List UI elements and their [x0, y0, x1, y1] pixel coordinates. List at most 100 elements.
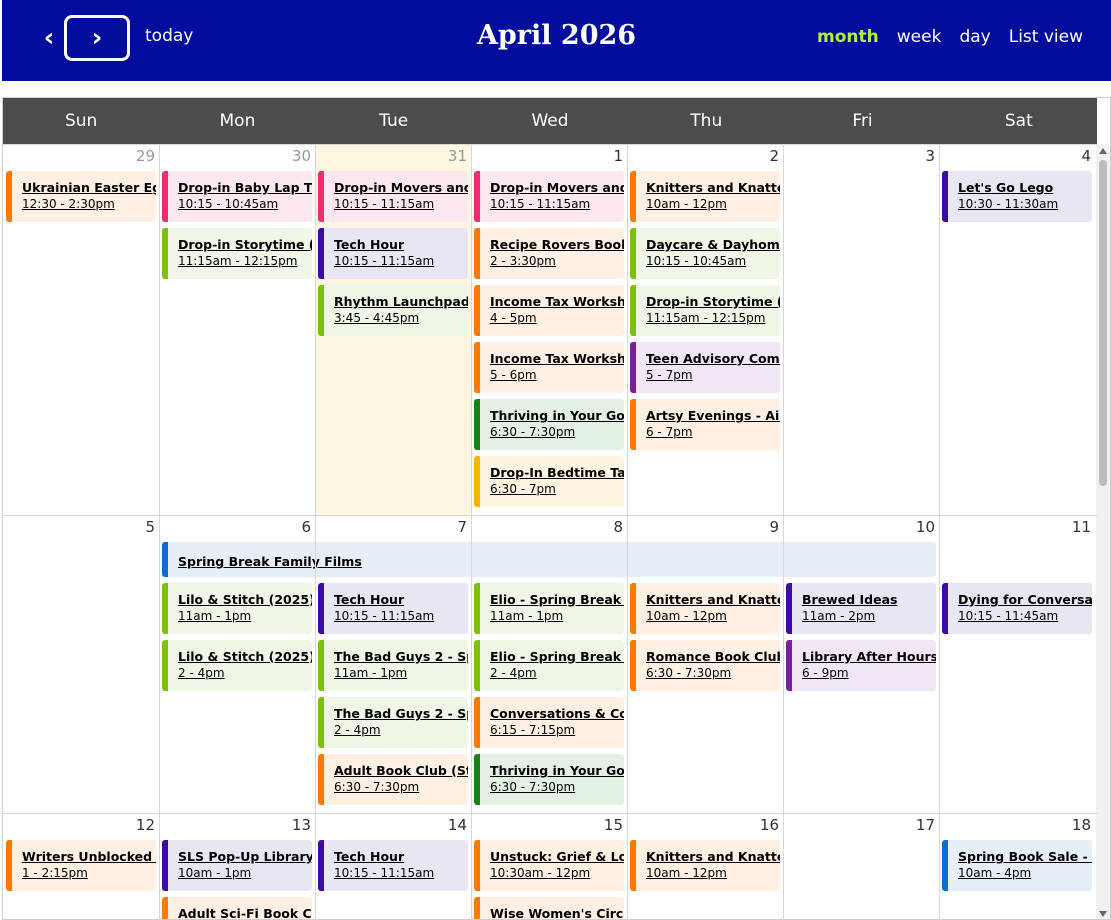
view-list-button[interactable]: List view	[1009, 27, 1083, 47]
today-button[interactable]: today	[145, 26, 193, 46]
event-title: Knitters and Knatter	[646, 849, 780, 864]
event-time: 6:30 - 7:30pm	[334, 780, 420, 794]
event-title: Adult Sci-Fi Book Clu	[178, 906, 312, 920]
event-item[interactable]: Artsy Evenings - Air 6 - 7pm	[630, 399, 780, 450]
event-item[interactable]: Lilo & Stitch (2025) - 11am - 1pm	[162, 583, 312, 634]
view-switcher: month week day List view	[817, 27, 1083, 47]
event-item[interactable]: Conversations & Cof 6:15 - 7:15pm	[474, 697, 624, 748]
day-number[interactable]: 31	[448, 147, 467, 165]
event-time: 10:15 - 10:45am	[646, 254, 747, 268]
scrollbar-thumb[interactable]	[1099, 160, 1107, 486]
scroll-up-icon[interactable]	[1099, 148, 1107, 154]
day-cell[interactable]: 5	[3, 516, 159, 814]
event-item[interactable]: Daycare & Dayhome 10:15 - 10:45am	[630, 228, 780, 279]
event-title: SLS Pop-Up Library	[178, 849, 312, 864]
day-number[interactable]: 17	[916, 816, 935, 834]
event-item[interactable]: Let's Go Lego 10:30 - 11:30am	[942, 171, 1092, 222]
event-item[interactable]: Brewed Ideas 11am - 2pm	[786, 583, 936, 634]
event-item[interactable]: SLS Pop-Up Library 10am - 1pm	[162, 840, 312, 891]
event-time: 10:15 - 11:15am	[490, 197, 591, 211]
scrollbar[interactable]	[1096, 144, 1110, 919]
event-time: 11am - 1pm	[490, 609, 564, 623]
event-item[interactable]: Income Tax Worksh 5 - 6pm	[474, 342, 624, 393]
event-item[interactable]: Tech Hour 10:15 - 11:15am	[318, 840, 468, 891]
event-time: 6:30 - 7:30pm	[490, 425, 576, 439]
day-number[interactable]: 6	[301, 518, 311, 536]
day-cell[interactable]: 17	[783, 814, 939, 919]
event-item[interactable]: Spring Book Sale - F 10am - 4pm	[942, 840, 1092, 891]
event-time: 10:15 - 11:45am	[958, 609, 1059, 623]
event-title: Tech Hour	[334, 237, 405, 252]
event-item[interactable]: Romance Book Club 6:30 - 7:30pm	[630, 640, 780, 691]
day-number[interactable]: 7	[457, 518, 467, 536]
event-item[interactable]: Drop-in Storytime (P 11:15am - 12:15pm	[630, 285, 780, 336]
event-item[interactable]: Rhythm Launchpad 3:45 - 4:45pm	[318, 285, 468, 336]
event-item[interactable]: Drop-in Baby Lap Time 10:15 - 10:45am	[162, 171, 312, 222]
event-item[interactable]: Drop-In Bedtime Tal 6:30 - 7pm	[474, 456, 624, 507]
event-item[interactable]: Drop-in Storytime (P 11:15am - 12:15pm	[162, 228, 312, 279]
event-item[interactable]: Thriving in Your Gold 6:30 - 7:30pm	[474, 754, 624, 805]
event-item[interactable]: Tech Hour 10:15 - 11:15am	[318, 583, 468, 634]
event-item[interactable]: Drop-in Movers and 10:15 - 11:15am	[318, 171, 468, 222]
event-item[interactable]: Elio - Spring Break F 2 - 4pm	[474, 640, 624, 691]
calendar-week: 12 Writers Unblocked - 1 - 2:15pm 13 SLS Pop…	[3, 813, 1097, 920]
event-item[interactable]: Tech Hour 10:15 - 11:15am	[318, 228, 468, 279]
event-item[interactable]: Library After Hours I 6 - 9pm	[786, 640, 936, 691]
day-number[interactable]: 18	[1072, 816, 1091, 834]
event-time: 11:15am - 12:15pm	[178, 254, 298, 268]
event-item[interactable]: Thriving in Your Gold 6:30 - 7:30pm	[474, 399, 624, 450]
event-time: 4 - 5pm	[490, 311, 537, 325]
day-number[interactable]: 10	[916, 518, 935, 536]
event-item[interactable]: Drop-in Movers and 10:15 - 11:15am	[474, 171, 624, 222]
event-title: Wise Women's Circl	[490, 906, 624, 920]
event-item[interactable]: Recipe Rovers Book 2 - 3:30pm	[474, 228, 624, 279]
day-number[interactable]: 4	[1081, 147, 1091, 165]
event-item[interactable]: Wise Women's Circl	[474, 897, 624, 920]
event-time: 2 - 4pm	[178, 666, 225, 680]
event-item[interactable]: Income Tax Worksh 4 - 5pm	[474, 285, 624, 336]
event-title: Drop-in Storytime (P	[178, 237, 312, 252]
view-week-button[interactable]: week	[897, 27, 942, 47]
day-number[interactable]: 16	[760, 816, 779, 834]
event-item[interactable]: Elio - Spring Break F 11am - 1pm	[474, 583, 624, 634]
event-item[interactable]: Adult Sci-Fi Book Clu	[162, 897, 312, 920]
dow-fri: Fri	[852, 111, 873, 131]
event-item[interactable]: Dying for Conversati 10:15 - 11:45am	[942, 583, 1092, 634]
day-number[interactable]: 13	[292, 816, 311, 834]
event-item[interactable]: Teen Advisory Comm 5 - 7pm	[630, 342, 780, 393]
day-number[interactable]: 1	[613, 147, 623, 165]
day-number[interactable]: 9	[769, 518, 779, 536]
day-number[interactable]: 14	[448, 816, 467, 834]
event-item[interactable]: Ukrainian Easter Egg 12:30 - 2:30pm	[6, 171, 156, 222]
view-day-button[interactable]: day	[959, 27, 990, 47]
day-number[interactable]: 3	[925, 147, 935, 165]
event-item[interactable]: Adult Book Club (Sta 6:30 - 7:30pm	[318, 754, 468, 805]
day-number[interactable]: 29	[136, 147, 155, 165]
day-number[interactable]: 30	[292, 147, 311, 165]
day-number[interactable]: 15	[604, 816, 623, 834]
day-number[interactable]: 11	[1072, 518, 1091, 536]
day-cell[interactable]: 11	[939, 516, 1095, 814]
event-item[interactable]: Writers Unblocked - 1 - 2:15pm	[6, 840, 156, 891]
day-number[interactable]: 12	[136, 816, 155, 834]
next-month-button[interactable]: ›	[64, 15, 130, 61]
event-item[interactable]: Unstuck: Grief & Los 10:30am - 12pm	[474, 840, 624, 891]
event-title: Rhythm Launchpad	[334, 294, 468, 309]
event-item[interactable]: The Bad Guys 2 - Spr 11am - 1pm	[318, 640, 468, 691]
event-title: Romance Book Club	[646, 649, 780, 664]
event-title: Income Tax Worksh	[490, 351, 624, 366]
event-item[interactable]: Knitters and Knatter 10am - 12pm	[630, 840, 780, 891]
day-number[interactable]: 2	[769, 147, 779, 165]
day-number[interactable]: 5	[145, 518, 155, 536]
event-item[interactable]: Lilo & Stitch (2025) - 2 - 4pm	[162, 640, 312, 691]
event-item[interactable]: Knitters and Knatter 10am - 12pm	[630, 583, 780, 634]
event-item[interactable]: The Bad Guys 2 - Spr 2 - 4pm	[318, 697, 468, 748]
event-title: Knitters and Knatter	[646, 592, 780, 607]
day-number[interactable]: 8	[613, 518, 623, 536]
day-cell[interactable]: 3	[783, 145, 939, 516]
scroll-down-icon[interactable]	[1099, 911, 1107, 917]
event-time: 11am - 2pm	[802, 609, 876, 623]
event-item[interactable]: Knitters and Knatter 10am - 12pm	[630, 171, 780, 222]
event-time: 6 - 9pm	[802, 666, 849, 680]
view-month-button[interactable]: month	[817, 27, 879, 47]
